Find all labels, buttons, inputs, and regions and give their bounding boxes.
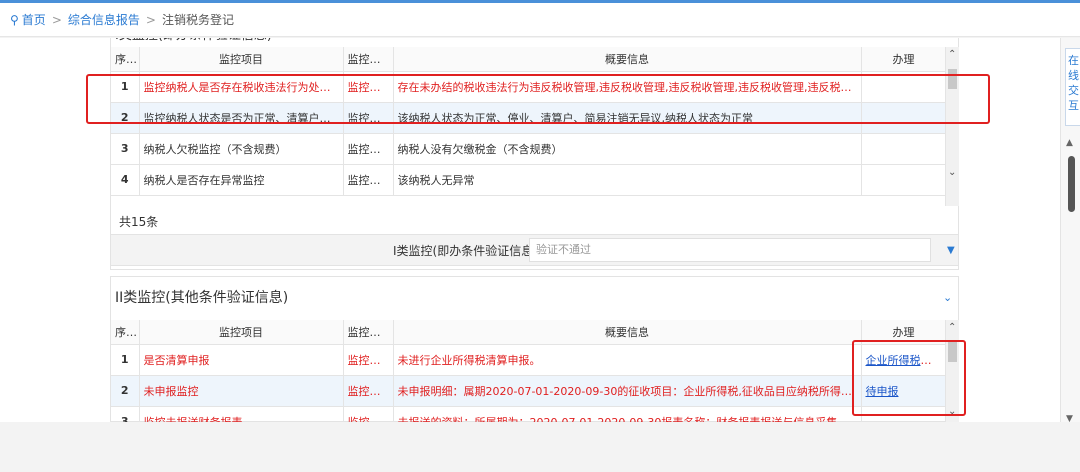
right-side-gutter: 在线交互 ▲ ▼ [1060,38,1080,424]
verify-label: I类监控(即办条件验证信息) [393,243,538,258]
row-no: 1 [111,344,140,376]
caret-down-icon[interactable]: ▼ [947,245,955,256]
row-summary: 纳税人没有欠缴税金（不含规费） [393,133,862,165]
panel-class2-monitoring: II类监控(其他条件验证信息) ⌄ 序号 监控项目 监控结果 概要信息 办理 1… [110,276,959,422]
main-content: I类监控(即办条件验证信息) 序号 监控项目 监控结果 概要信息 办理 1 监控… [0,38,1060,422]
scroll-down-icon[interactable]: ⌄ [948,167,956,178]
breadcrumb-parent-link[interactable]: 综合信息报告 [68,11,140,28]
row-summary: 未申报明细：属期2020-07-01-2020-09-30的征收项目：企业所得税… [393,375,862,407]
col-header-action: 办理 [861,47,947,72]
row-result: 监控不通... [343,344,394,376]
row-no: 3 [111,406,140,422]
breadcrumb-separator: > [51,12,62,27]
row-result: 监控不通... [343,375,394,407]
col-header-summary: 概要信息 [393,320,862,345]
col-header-no: 序号 [111,320,140,345]
breadcrumb: ⚲ 首页 > 综合信息报告 > 注销税务登记 [0,3,1080,37]
row-item: 是否清算申报 [139,344,344,376]
table-row[interactable]: 2 未申报监控 监控不通... 未申报明细：属期2020-07-01-2020-… [111,375,947,407]
row-item: 纳税人欠税监控（不含规费） [139,133,344,165]
row-summary: 未进行企业所得税清算申报。 [393,344,862,376]
col-header-item: 监控项目 [139,47,344,72]
location-pin-icon: ⚲ [10,12,19,27]
panel1-title: I类监控(即办条件验证信息) [115,38,272,47]
table-row[interactable]: 3 纳税人欠税监控（不含规费） 监控通过 纳税人没有欠缴税金（不含规费） [111,133,947,165]
row-item: 纳税人是否存在异常监控 [139,164,344,196]
row-no: 2 [111,375,140,407]
breadcrumb-home-link[interactable]: 首页 [22,11,46,28]
verify-result-field[interactable]: 验证不通过 [529,238,931,262]
panel2-title: II类监控(其他条件验证信息) [115,290,289,306]
row-item: 未申报监控 [139,375,344,407]
page-scrollbar-thumb[interactable] [1068,156,1075,212]
row-item: 监控未报送财务报表 [139,406,344,422]
breadcrumb-separator: > [145,12,156,27]
table-row[interactable]: 1 是否清算申报 监控不通... 未进行企业所得税清算申报。 企业所得税清算..… [111,344,947,376]
class1-table-scrollbar[interactable]: ⌃ ⌄ [945,47,959,207]
chevron-down-icon[interactable]: ⌄ [943,291,952,304]
class2-table: 序号 监控项目 监控结果 概要信息 办理 1 是否清算申报 监控不通... 未进… [111,320,947,422]
table-header-row: 序号 监控项目 监控结果 概要信息 办理 [111,320,947,345]
class1-verify-row: I类监控(即办条件验证信息) 验证不通过 ▼ [110,234,959,266]
col-header-result: 监控结果 [343,47,394,72]
table-header-row: 序号 监控项目 监控结果 概要信息 办理 [111,47,947,72]
row-no: 3 [111,133,140,165]
annotation-highlight-box [852,340,966,416]
col-header-result: 监控结果 [343,320,394,345]
row-result: 监控通过 [343,164,394,196]
breadcrumb-current: 注销税务登记 [161,13,234,27]
row-summary: 该纳税人无异常 [393,164,862,196]
table-row[interactable]: 4 纳税人是否存在异常监控 监控通过 该纳税人无异常 [111,164,947,196]
row-action [861,133,947,165]
page-scroll-up-icon[interactable]: ▲ [1066,138,1073,148]
scroll-up-icon[interactable]: ⌃ [948,322,956,333]
scroll-up-icon[interactable]: ⌃ [948,49,956,60]
col-header-summary: 概要信息 [393,47,862,72]
col-header-no: 序号 [111,47,140,72]
col-header-item: 监控项目 [139,320,344,345]
row-no: 4 [111,164,140,196]
row-result: 监控通过 [343,133,394,165]
online-interaction-tab[interactable]: 在线交互 [1065,48,1080,126]
row-action [861,164,947,196]
annotation-highlight-box [86,74,990,124]
page-scroll-down-icon[interactable]: ▼ [1066,414,1073,424]
table-row[interactable]: 3 监控未报送财务报表 监控不通... 未报送的资料：所属期为：2020-07-… [111,406,947,422]
row-summary: 未报送的资料：所属期为：2020-07-01-2020-09-30报表名称：财务… [393,406,862,422]
row-result: 监控不通... [343,406,394,422]
